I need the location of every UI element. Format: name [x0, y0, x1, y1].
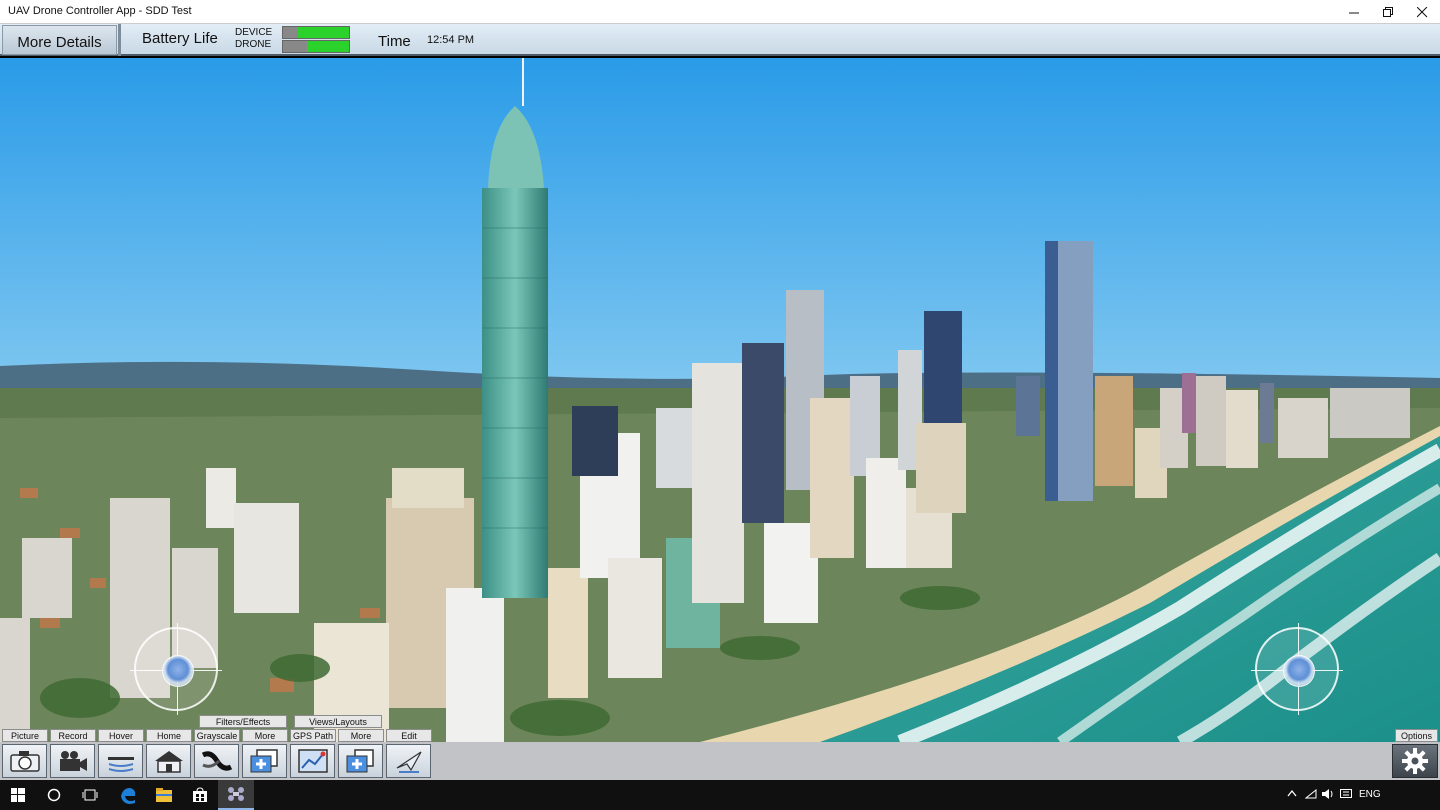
record-button[interactable]	[50, 744, 95, 778]
time-value: 12:54 PM	[427, 34, 475, 46]
task-view-icon	[82, 789, 98, 801]
time-label: Time	[378, 33, 411, 50]
gps-path-icon	[297, 749, 328, 773]
record-label: Record	[50, 729, 96, 742]
battery-source-labels: DEVICE DRONE	[235, 27, 272, 51]
more-filters-button[interactable]	[242, 744, 287, 778]
edit-button[interactable]	[386, 744, 431, 778]
file-explorer-icon	[156, 788, 172, 802]
camera-icon	[9, 751, 40, 772]
edge-icon	[121, 788, 136, 804]
store-icon	[193, 787, 207, 802]
windows-taskbar: ENG	[0, 780, 1440, 810]
camera-feed[interactable]	[0, 58, 1440, 742]
grayscale-button[interactable]	[194, 744, 239, 778]
window-title: UAV Drone Controller App - SDD Test	[8, 5, 192, 17]
gps-path-button[interactable]	[290, 744, 335, 778]
gps-path-label: GPS Path	[290, 729, 336, 742]
edit-plane-icon	[396, 751, 422, 773]
edge-button[interactable]	[110, 780, 146, 810]
grayscale-label: Grayscale	[194, 729, 240, 742]
bottom-toolbar	[0, 742, 1440, 780]
edit-label: Edit	[386, 729, 432, 742]
network-icon[interactable]	[1304, 788, 1317, 802]
restore-button[interactable]	[1371, 0, 1405, 24]
hover-button[interactable]	[98, 744, 143, 778]
volume-icon[interactable]	[1321, 789, 1334, 802]
layout-add-icon	[346, 749, 374, 773]
gear-icon	[1402, 748, 1428, 774]
home-button[interactable]	[146, 744, 191, 778]
picture-button[interactable]	[2, 744, 47, 778]
left-joystick-knob[interactable]	[162, 655, 194, 687]
more-views-label: More	[338, 729, 384, 742]
minimize-button[interactable]	[1337, 0, 1371, 24]
search-circle-icon	[47, 788, 61, 802]
options-label: Options	[1395, 729, 1438, 742]
info-bar: More Details Battery Life DEVICE DRONE T…	[0, 24, 1440, 56]
drone-label: DRONE	[235, 39, 272, 50]
language-indicator[interactable]: ENG	[1359, 789, 1381, 800]
drone-app-taskbar-button[interactable]	[218, 780, 254, 810]
windows-start-icon	[11, 788, 25, 802]
device-battery-empty	[283, 27, 298, 38]
battery-life-label: Battery Life	[142, 30, 218, 47]
more-views-button[interactable]	[338, 744, 383, 778]
picture-label: Picture	[2, 729, 48, 742]
search-button[interactable]	[36, 780, 72, 810]
divider	[118, 24, 121, 56]
task-view-button[interactable]	[72, 780, 108, 810]
device-battery-bar	[282, 26, 350, 39]
views-layouts-group-label: Views/Layouts	[294, 715, 382, 728]
right-joystick-knob[interactable]	[1283, 655, 1315, 687]
left-joystick[interactable]	[130, 623, 222, 715]
notification-icon[interactable]	[1340, 789, 1352, 802]
grayscale-icon	[201, 751, 232, 771]
more-details-button[interactable]: More Details	[2, 25, 117, 55]
start-button[interactable]	[0, 780, 36, 810]
video-camera-icon	[59, 751, 87, 771]
drone-battery-empty	[283, 41, 308, 52]
filter-add-icon	[250, 749, 278, 773]
drone-battery-bar	[282, 40, 350, 53]
drone-app-icon	[228, 787, 244, 801]
more-filters-label: More	[242, 729, 288, 742]
home-label: Home	[146, 729, 192, 742]
right-joystick[interactable]	[1251, 623, 1343, 715]
close-button[interactable]	[1405, 0, 1439, 24]
home-icon	[154, 751, 183, 773]
tray-chevron-icon[interactable]	[1287, 789, 1297, 800]
options-button[interactable]	[1392, 744, 1438, 778]
hover-icon	[107, 757, 134, 772]
filters-effects-group-label: Filters/Effects	[199, 715, 287, 728]
hover-label: Hover	[98, 729, 144, 742]
camera-feed-image	[0, 58, 1440, 742]
device-label: DEVICE	[235, 27, 273, 38]
store-button[interactable]	[182, 780, 218, 810]
window-titlebar: UAV Drone Controller App - SDD Test	[0, 0, 1440, 24]
file-explorer-button[interactable]	[146, 780, 182, 810]
